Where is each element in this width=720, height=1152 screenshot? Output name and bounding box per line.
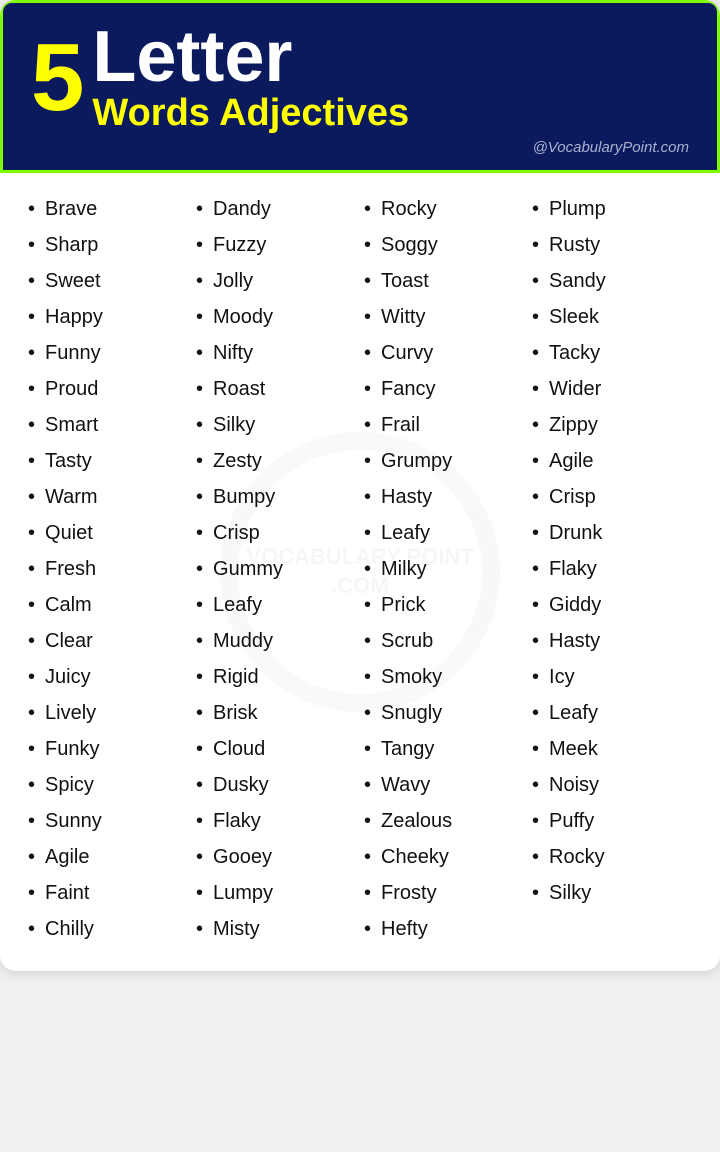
list-item: Sleek	[532, 299, 692, 335]
header: 5 Letter Words Adjectives @VocabularyPoi…	[0, 0, 720, 173]
list-item: Funny	[28, 335, 188, 371]
list-item: Tangy	[364, 731, 524, 767]
list-item: Giddy	[532, 587, 692, 623]
word-columns: BraveSharpSweetHappyFunnyProudSmartTasty…	[24, 191, 696, 947]
list-item: Crisp	[196, 515, 356, 551]
list-item: Icy	[532, 659, 692, 695]
list-item: Fuzzy	[196, 227, 356, 263]
list-item: Lumpy	[196, 875, 356, 911]
list-item: Frosty	[364, 875, 524, 911]
list-item: Calm	[28, 587, 188, 623]
list-item: Drunk	[532, 515, 692, 551]
list-item: Agile	[28, 839, 188, 875]
list-item: Gummy	[196, 551, 356, 587]
column-3: RockySoggyToastWittyCurvyFancyFrailGrump…	[360, 191, 528, 947]
list-item: Smart	[28, 407, 188, 443]
list-item: Jolly	[196, 263, 356, 299]
header-watermark: @VocabularyPoint.com	[31, 139, 689, 156]
list-item: Prick	[364, 587, 524, 623]
list-item: Dusky	[196, 767, 356, 803]
list-item: Funky	[28, 731, 188, 767]
list-item: Quiet	[28, 515, 188, 551]
list-item: Sweet	[28, 263, 188, 299]
list-item: Snugly	[364, 695, 524, 731]
list-item: Spicy	[28, 767, 188, 803]
list-item: Smoky	[364, 659, 524, 695]
list-item: Grumpy	[364, 443, 524, 479]
list-item: Warm	[28, 479, 188, 515]
list-item: Tasty	[28, 443, 188, 479]
list-item: Sharp	[28, 227, 188, 263]
list-item: Noisy	[532, 767, 692, 803]
list-item: Brave	[28, 191, 188, 227]
header-subtitle: Words Adjectives	[92, 93, 409, 135]
list-item: Moody	[196, 299, 356, 335]
list-item: Leafy	[364, 515, 524, 551]
list-item: Rusty	[532, 227, 692, 263]
list-item: Milky	[364, 551, 524, 587]
list-item: Proud	[28, 371, 188, 407]
column-1: BraveSharpSweetHappyFunnyProudSmartTasty…	[24, 191, 192, 947]
list-item: Cheeky	[364, 839, 524, 875]
list-item: Curvy	[364, 335, 524, 371]
list-item: Zealous	[364, 803, 524, 839]
list-item: Hefty	[364, 911, 524, 947]
list-item: Leafy	[196, 587, 356, 623]
list-item: Rocky	[364, 191, 524, 227]
list-item: Lively	[28, 695, 188, 731]
list-item: Nifty	[196, 335, 356, 371]
list-item: Toast	[364, 263, 524, 299]
list-item: Meek	[532, 731, 692, 767]
list-item: Juicy	[28, 659, 188, 695]
list-item: Clear	[28, 623, 188, 659]
list-item: Dandy	[196, 191, 356, 227]
list-item: Cloud	[196, 731, 356, 767]
list-item: Zesty	[196, 443, 356, 479]
list-item: Rocky	[532, 839, 692, 875]
list-item: Bumpy	[196, 479, 356, 515]
list-item: Flaky	[532, 551, 692, 587]
list-item: Rigid	[196, 659, 356, 695]
list-item: Sandy	[532, 263, 692, 299]
list-item: Fancy	[364, 371, 524, 407]
list-item: Chilly	[28, 911, 188, 947]
list-item: Agile	[532, 443, 692, 479]
header-letter-label: Letter	[92, 21, 409, 93]
list-item: Silky	[532, 875, 692, 911]
column-4: PlumpRustySandySleekTackyWiderZippyAgile…	[528, 191, 696, 947]
list-item: Wavy	[364, 767, 524, 803]
list-item: Crisp	[532, 479, 692, 515]
list-item: Silky	[196, 407, 356, 443]
column-2: DandyFuzzyJollyMoodyNiftyRoastSilkyZesty…	[192, 191, 360, 947]
list-item: Scrub	[364, 623, 524, 659]
content-area: VOCABULARY POINT .COM BraveSharpSweetHap…	[0, 173, 720, 971]
header-title-row: 5 Letter Words Adjectives	[31, 21, 689, 135]
main-card: 5 Letter Words Adjectives @VocabularyPoi…	[0, 0, 720, 971]
list-item: Leafy	[532, 695, 692, 731]
list-item: Sunny	[28, 803, 188, 839]
list-item: Tacky	[532, 335, 692, 371]
list-item: Puffy	[532, 803, 692, 839]
list-item: Plump	[532, 191, 692, 227]
list-item: Wider	[532, 371, 692, 407]
list-item: Frail	[364, 407, 524, 443]
list-item: Zippy	[532, 407, 692, 443]
list-item: Misty	[196, 911, 356, 947]
list-item: Gooey	[196, 839, 356, 875]
list-item: Muddy	[196, 623, 356, 659]
list-item: Faint	[28, 875, 188, 911]
list-item: Soggy	[364, 227, 524, 263]
list-item: Flaky	[196, 803, 356, 839]
header-text-block: Letter Words Adjectives	[92, 21, 409, 135]
header-number: 5	[31, 30, 84, 126]
list-item: Happy	[28, 299, 188, 335]
list-item: Hasty	[532, 623, 692, 659]
list-item: Roast	[196, 371, 356, 407]
list-item: Fresh	[28, 551, 188, 587]
list-item: Brisk	[196, 695, 356, 731]
list-item: Witty	[364, 299, 524, 335]
list-item: Hasty	[364, 479, 524, 515]
